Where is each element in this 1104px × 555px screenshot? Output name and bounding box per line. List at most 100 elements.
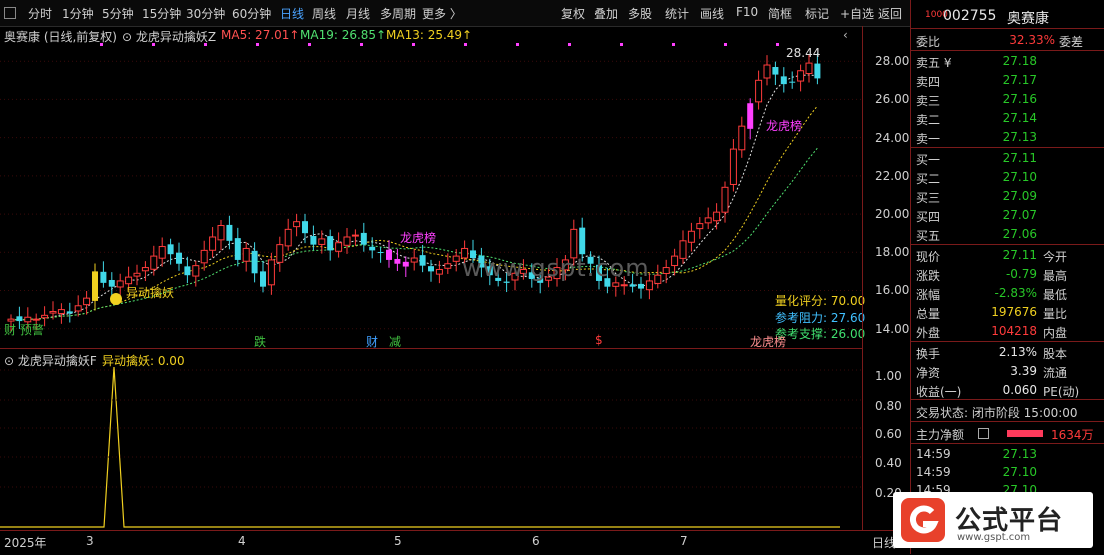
signal-dot [308, 43, 311, 46]
candle-body [192, 265, 200, 277]
toolbar-tab-2[interactable]: 5分钟 [102, 5, 134, 22]
candle-body [176, 252, 182, 264]
candle-body [704, 217, 712, 224]
candle-body [116, 280, 124, 288]
price-chart[interactable]: 奥赛康 (日线,前复权) ⊙ 龙虎异动擒妖Z MA5: 27.01↑ MA19:… [0, 26, 866, 349]
candle-body [125, 276, 133, 285]
toolbar-action-2[interactable]: 多股 [628, 5, 652, 22]
price-tick: 28.00 [875, 54, 910, 69]
candle-body [92, 271, 98, 301]
candle-body [612, 282, 620, 287]
candle-body [167, 244, 174, 255]
toolbar-tab-8[interactable]: 月线 [346, 5, 370, 22]
candle-body [386, 249, 392, 260]
stat-row: 涨跌 -0.79 最高 [916, 267, 1068, 283]
date-tick: 2025年 [4, 536, 47, 550]
toolbar-action-5[interactable]: F10 [736, 5, 758, 19]
candle-body [276, 244, 284, 263]
indicator-tick: 0.40 [875, 456, 902, 470]
toolbar-tab-9[interactable]: 多周期 [380, 5, 416, 22]
indicator-subchart[interactable]: ⊙ 龙虎异动擒妖F 异动擒妖: 0.00 [0, 348, 862, 531]
candle-body [184, 266, 191, 276]
toolbar-action-0[interactable]: 复权 [561, 5, 585, 22]
candle-body [721, 186, 729, 213]
candle-body [360, 232, 367, 245]
watermark: www.gspt.com [462, 254, 650, 282]
date-tick: 3 [86, 534, 94, 548]
ask-row: 卖四 27.17 [916, 73, 1037, 89]
ask-row: 卖二 27.14 [916, 111, 1037, 127]
indicator-tick: 1.00 [875, 369, 902, 383]
candle-body [377, 251, 384, 253]
toolbar-tab-5[interactable]: 60分钟 [232, 5, 271, 22]
bid-row: 买二 27.10 [916, 170, 1037, 186]
candle-body [41, 314, 49, 319]
candle-body [200, 249, 208, 264]
warning-label: 财 预警 [4, 323, 44, 337]
toolbar-tab-4[interactable]: 30分钟 [186, 5, 225, 22]
toolbar-action-6[interactable]: 简框 [768, 5, 792, 22]
toolbar-action-1[interactable]: 叠加 [594, 5, 618, 22]
candle-body [763, 64, 771, 79]
candle-body [302, 221, 308, 234]
support-label: 参考支撑: 26.00 [775, 327, 866, 341]
list-icon[interactable] [978, 428, 989, 439]
candle-body [260, 271, 266, 287]
indicator-tick: 0.80 [875, 399, 902, 413]
signal-dot [256, 43, 259, 46]
candle-body [444, 263, 452, 269]
stat-row: 总量 197676 量比 [916, 305, 1068, 321]
candle-body [83, 297, 91, 306]
date-tick: 4 [238, 534, 246, 548]
toolbar-action-4[interactable]: 画线 [700, 5, 724, 22]
main-flow-row: 主力净额 1634万 [916, 428, 1094, 442]
candle-body [32, 318, 40, 321]
candle-body [797, 70, 805, 82]
candle-body [133, 272, 141, 277]
toolbar-action-7[interactable]: 标记 [805, 5, 829, 22]
toolbar-tab-6[interactable]: 日线 [280, 5, 304, 22]
candle-body [150, 255, 158, 270]
stock-code: 002755 [943, 8, 997, 24]
candle-body [108, 279, 115, 287]
candle-body [369, 246, 376, 251]
price-tick: 22.00 [875, 168, 910, 183]
price-axis: 28.00 26.00 24.00 22.00 20.00 18.00 16.00 14.00… [862, 26, 911, 530]
toolbar-tab-1[interactable]: 1分钟 [62, 5, 94, 22]
toolbar-tab-3[interactable]: 15分钟 [142, 5, 181, 22]
tick-row: 14:59 27.13 [916, 447, 1037, 461]
candle-body [66, 311, 73, 314]
toolbar-action-3[interactable]: 统计 [665, 5, 689, 22]
tick-row: 14:59 27.10 [916, 465, 1037, 479]
toolbar-tab-0[interactable]: 分时 [28, 5, 52, 22]
toolbar-action-8[interactable]: +自选 [840, 5, 874, 22]
toolbar-tab-10[interactable]: 更多 〉 [422, 5, 462, 22]
stat2-row: 收益(一) 0.060 PE(动) [916, 383, 1080, 399]
candle-body [410, 257, 418, 263]
price-tick: 20.00 [875, 207, 910, 222]
bid-row: 买五 27.06 [916, 227, 1037, 243]
candle-body [74, 305, 82, 312]
signal-dot [204, 43, 207, 46]
layout-square-icon[interactable] [4, 7, 16, 19]
candle-body [629, 284, 636, 287]
candle-body [251, 250, 258, 274]
tag-lhb-top: 龙虎榜 [766, 119, 803, 133]
signal-dot [360, 43, 363, 46]
candle-body [226, 224, 233, 241]
candle-body [772, 66, 779, 75]
candle-body [57, 309, 65, 315]
toolbar-tab-7[interactable]: 周线 [312, 5, 336, 22]
ask-row: 卖三 27.16 [916, 92, 1037, 108]
candle-body [419, 255, 426, 266]
stat-row: 涨幅 -2.83% 最低 [916, 286, 1068, 302]
price-tick: 14.00 [875, 321, 910, 336]
candle-body [713, 211, 721, 222]
toolbar-action-9[interactable]: 返回 [878, 5, 902, 22]
candle-body [645, 280, 653, 291]
brand-g-icon [901, 498, 945, 542]
price-tick: 16.00 [875, 283, 910, 298]
stat-row: 外盘 104218 内盘 [916, 324, 1068, 340]
trade-status: 交易状态: 闭市阶段 15:00:00 [916, 406, 1078, 420]
date-tick: 6 [532, 534, 540, 548]
